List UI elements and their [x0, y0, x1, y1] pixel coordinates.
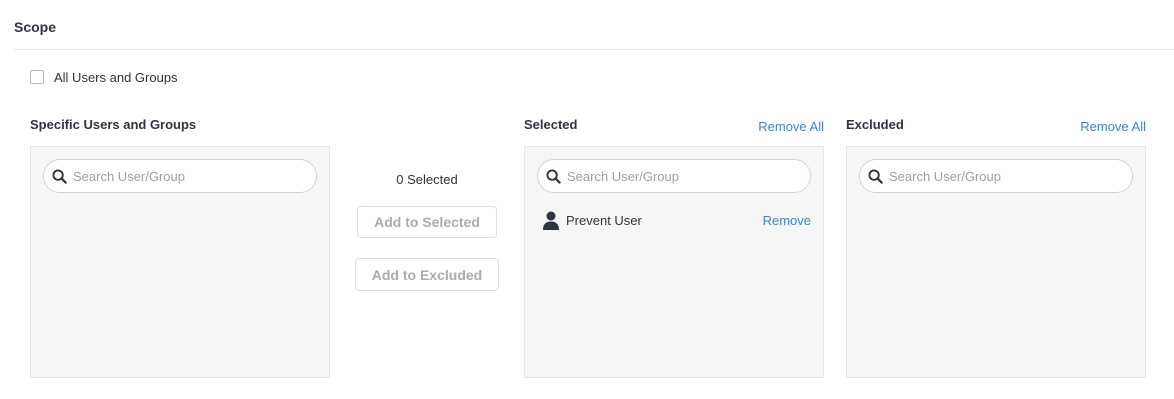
- selected-remove-all-link[interactable]: Remove All: [758, 119, 824, 134]
- specific-users-title: Specific Users and Groups: [30, 117, 197, 132]
- all-users-checkbox[interactable]: [30, 70, 44, 84]
- search-icon: [868, 168, 883, 184]
- selected-count: 0 Selected: [396, 172, 458, 187]
- specific-users-search-input[interactable]: [73, 168, 316, 184]
- add-to-excluded-button[interactable]: Add to Excluded: [355, 258, 499, 291]
- specific-users-panel: [30, 146, 330, 378]
- specific-users-search[interactable]: [43, 159, 317, 193]
- excluded-panel: [846, 146, 1146, 378]
- selected-item-remove-link[interactable]: Remove: [763, 213, 811, 228]
- divider: [14, 49, 1174, 50]
- excluded-title: Excluded: [846, 117, 904, 132]
- search-icon: [546, 168, 561, 184]
- selected-search-input[interactable]: [567, 168, 810, 184]
- excluded-search-input[interactable]: [889, 168, 1132, 184]
- all-users-label[interactable]: All Users and Groups: [54, 70, 178, 85]
- add-to-selected-button[interactable]: Add to Selected: [357, 206, 497, 238]
- scope-title: Scope: [14, 19, 57, 35]
- selected-search[interactable]: [537, 159, 811, 193]
- user-icon: [543, 211, 559, 231]
- selected-panel: Prevent User Remove: [524, 146, 824, 378]
- excluded-search[interactable]: [859, 159, 1133, 193]
- search-icon: [52, 168, 67, 184]
- excluded-remove-all-link[interactable]: Remove All: [1080, 119, 1146, 134]
- selected-item-name: Prevent User: [566, 213, 642, 228]
- selected-title: Selected: [524, 117, 578, 132]
